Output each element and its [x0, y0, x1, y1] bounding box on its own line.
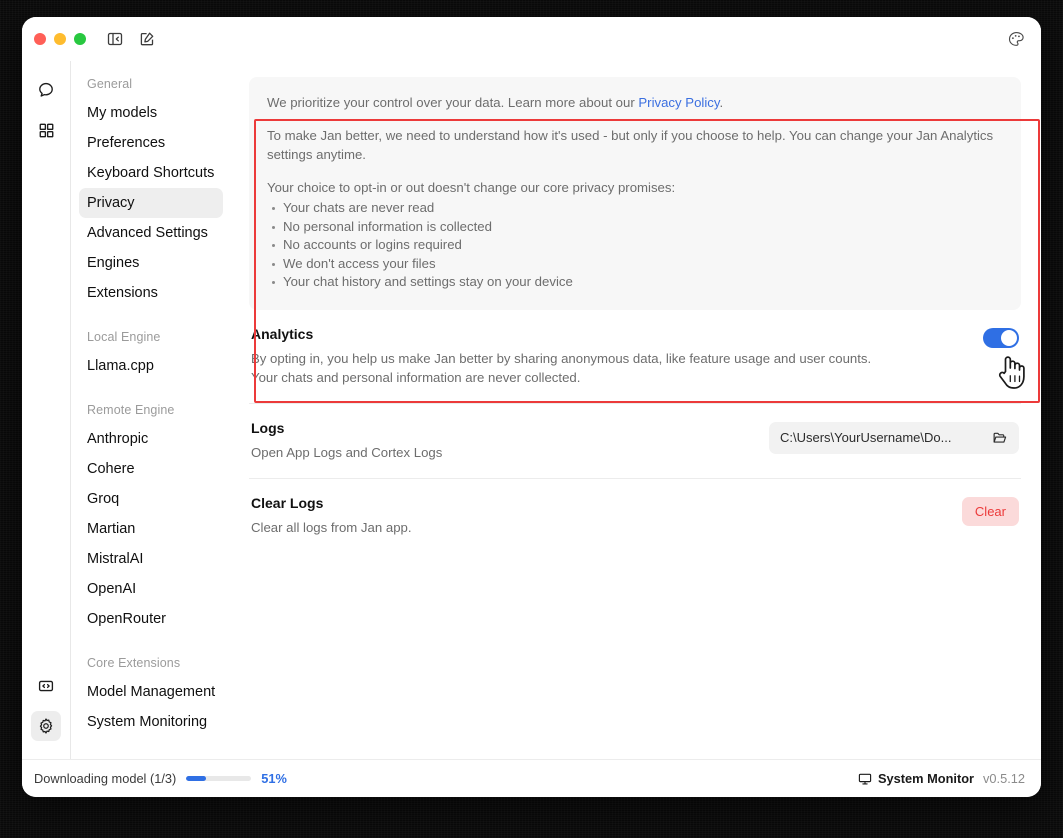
download-status: Downloading model (1/3) 51% [34, 771, 287, 786]
analytics-toggle[interactable] [983, 327, 1019, 348]
privacy-promise-list: Your chats are never read No personal in… [267, 199, 1003, 292]
sidebar-item-system-monitoring[interactable]: System Monitoring [79, 707, 223, 737]
panel-collapse-icon[interactable] [104, 28, 126, 50]
chat-bubble-icon[interactable] [31, 75, 61, 105]
toggle-knob [1001, 329, 1017, 346]
system-monitor-label: System Monitor [878, 771, 975, 786]
clear-logs-description: Clear all logs from Jan app. [251, 519, 412, 535]
settings-main-panel: We prioritize your control over your dat… [231, 61, 1041, 759]
minimize-window-button[interactable] [54, 33, 66, 45]
sidebar-item-keyboard-shortcuts[interactable]: Keyboard Shortcuts [79, 158, 223, 188]
logs-title: Logs [251, 419, 285, 436]
download-progress-fill [186, 776, 206, 781]
clear-logs-control: Clear [961, 495, 1019, 526]
nav-group-local-engine: Local Engine Llama.cpp [79, 330, 223, 381]
sidebar-item-engines[interactable]: Engines [79, 248, 223, 278]
sidebar-item-model-management[interactable]: Model Management [79, 677, 223, 707]
sidebar-item-cohere[interactable]: Cohere [79, 454, 223, 484]
analytics-title: Analytics [251, 325, 314, 342]
sidebar-item-preferences[interactable]: Preferences [79, 128, 223, 158]
sidebar-item-anthropic[interactable]: Anthropic [79, 424, 223, 454]
statusbar: Downloading model (1/3) 51% System Monit… [22, 759, 1041, 797]
clear-logs-button[interactable]: Clear [961, 496, 1019, 526]
nav-group-label: Local Engine [87, 330, 161, 344]
nav-group-label: Remote Engine [87, 403, 175, 417]
sidebar-item-mistralai[interactable]: MistralAI [79, 544, 223, 574]
nav-group-general: General My models Preferences Keyboard S… [79, 77, 223, 308]
logs-path-field[interactable]: C:\Users\YourUsername\Do... [769, 421, 1019, 454]
nav-group-label: Core Extensions [87, 656, 181, 670]
clear-logs-title: Clear Logs [251, 494, 324, 511]
desktop-backdrop: General My models Preferences Keyboard S… [0, 0, 1063, 838]
palette-icon[interactable] [1005, 28, 1027, 50]
app-version: v0.5.12 [983, 771, 1025, 786]
privacy-promises-intro: Your choice to opt-in or out doesn't cha… [267, 180, 676, 195]
privacy-intro-text-before: We prioritize your control over your dat… [267, 95, 639, 110]
sidebar-item-openai[interactable]: OpenAI [79, 574, 223, 604]
maximize-window-button[interactable] [74, 33, 86, 45]
privacy-policy-link[interactable]: Privacy Policy [638, 95, 719, 110]
sidebar-item-openrouter[interactable]: OpenRouter [79, 604, 223, 634]
sidebar-item-my-models[interactable]: My models [79, 98, 223, 128]
privacy-intro-text-after: . [719, 95, 724, 110]
list-item: No personal information is collected [267, 218, 1003, 237]
code-icon[interactable] [31, 671, 61, 701]
nav-group-remote-engine: Remote Engine Anthropic Cohere Groq Mart… [79, 403, 223, 634]
logs-row: Logs Open App Logs and Cortex Logs C:\Us… [249, 404, 1021, 479]
logs-text: Logs Open App Logs and Cortex Logs [251, 420, 753, 462]
sidebar-item-groq[interactable]: Groq [79, 484, 223, 514]
settings-nav: General My models Preferences Keyboard S… [70, 61, 231, 759]
sidebar-item-advanced-settings[interactable]: Advanced Settings [79, 218, 223, 248]
app-window: General My models Preferences Keyboard S… [22, 17, 1041, 797]
list-item: Your chats are never read [267, 199, 1003, 218]
download-status-text: Downloading model (1/3) [34, 771, 177, 786]
sidebar-item-martian[interactable]: Martian [79, 514, 223, 544]
clear-logs-text: Clear Logs Clear all logs from Jan app. [251, 495, 946, 537]
clear-logs-row: Clear Logs Clear all logs from Jan app. … [249, 479, 1021, 553]
download-progress-percent: 51% [261, 771, 287, 786]
sidebar-item-privacy[interactable]: Privacy [79, 188, 223, 218]
sidebar-item-llama-cpp[interactable]: Llama.cpp [79, 351, 223, 381]
nav-group-core-extensions: Core Extensions Model Management System … [79, 656, 223, 737]
privacy-intro-paragraph: We prioritize your control over your dat… [267, 93, 1003, 112]
titlebar [22, 17, 1041, 61]
list-item: We don't access your files [267, 255, 1003, 274]
logs-control: C:\Users\YourUsername\Do... [769, 420, 1019, 454]
titlebar-right-actions [1005, 28, 1027, 50]
titlebar-actions [104, 28, 158, 50]
folder-open-icon[interactable] [992, 430, 1008, 446]
nav-group-label: General [87, 77, 133, 91]
list-item: Your chat history and settings stay on y… [267, 273, 1003, 292]
analytics-row: Analytics By opting in, you help us make… [249, 310, 1021, 404]
analytics-control [983, 326, 1019, 348]
analytics-text: Analytics By opting in, you help us make… [251, 326, 967, 387]
close-window-button[interactable] [34, 33, 46, 45]
icon-rail [22, 61, 70, 759]
traffic-lights [34, 33, 86, 45]
window-body: General My models Preferences Keyboard S… [22, 61, 1041, 759]
sidebar-item-extensions[interactable]: Extensions [79, 278, 223, 308]
gear-icon[interactable] [31, 711, 61, 741]
statusbar-right: System Monitor v0.5.12 [858, 771, 1025, 786]
monitor-icon [858, 772, 872, 786]
privacy-info-card: We prioritize your control over your dat… [249, 77, 1021, 310]
list-item: No accounts or logins required [267, 236, 1003, 255]
download-progress-bar [186, 776, 252, 781]
logs-description: Open App Logs and Cortex Logs [251, 444, 443, 460]
system-monitor-button[interactable]: System Monitor [858, 771, 974, 786]
analytics-description: By opting in, you help us make Jan bette… [251, 350, 872, 385]
privacy-analytics-paragraph: To make Jan better, we need to understan… [267, 128, 994, 162]
logs-path-value: C:\Users\YourUsername\Do... [780, 430, 952, 445]
compose-icon[interactable] [136, 28, 158, 50]
grid-apps-icon[interactable] [31, 115, 61, 145]
